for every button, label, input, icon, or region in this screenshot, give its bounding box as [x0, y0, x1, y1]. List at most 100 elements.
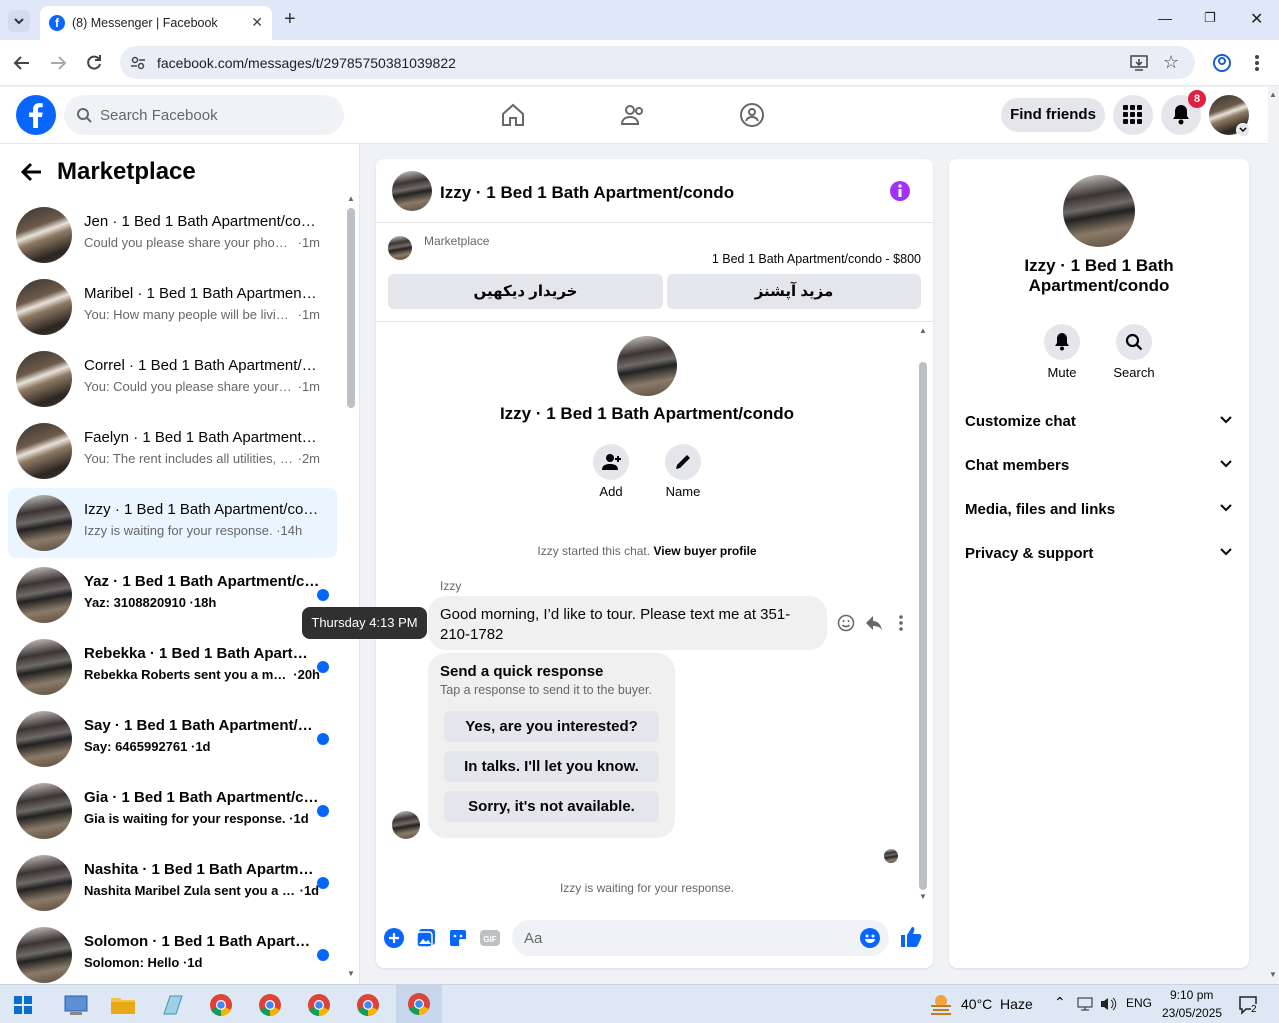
back-icon[interactable]: [12, 54, 32, 72]
mute-button[interactable]: [1044, 324, 1080, 360]
taskbar-chrome-icon[interactable]: [254, 990, 286, 1020]
taskbar-chrome-icon[interactable]: [205, 990, 237, 1020]
info-icon[interactable]: [889, 180, 911, 202]
details-avatar[interactable]: [1063, 175, 1135, 247]
media-files-section[interactable]: Media, files and links: [965, 501, 1235, 518]
taskbar-file-explorer-icon[interactable]: [107, 990, 139, 1020]
profile-name: Izzy · 1 Bed 1 Bath Apartment/condo: [499, 404, 795, 423]
page-scroll-down-icon[interactable]: ▼: [1269, 970, 1277, 979]
home-icon[interactable]: [500, 102, 526, 128]
quick-reply-not-available[interactable]: Sorry, it's not available.: [444, 791, 659, 822]
restore-icon[interactable]: ❐: [1204, 10, 1216, 26]
view-buyer-profile-link[interactable]: View buyer profile: [653, 544, 756, 558]
message-bubble[interactable]: Good morning, I’d like to tour. Please t…: [428, 596, 827, 650]
thread-scroll-down-icon[interactable]: ▼: [919, 892, 927, 901]
customize-chat-section[interactable]: Customize chat: [965, 413, 1235, 430]
account-chevron-icon[interactable]: [1236, 123, 1250, 137]
chat-avatar[interactable]: [392, 171, 432, 211]
language-indicator[interactable]: ENG: [1126, 996, 1152, 1010]
thread-scroll-up-icon[interactable]: ▲: [919, 326, 927, 335]
quick-reply-interested[interactable]: Yes, are you interested?: [444, 711, 659, 742]
windows-start-icon[interactable]: [14, 996, 32, 1014]
conversation-item[interactable]: Nashita · 1 Bed 1 Bath Apartment/condo Na…: [8, 848, 337, 918]
back-arrow-icon[interactable]: [21, 162, 43, 182]
photo-icon[interactable]: [416, 928, 436, 948]
site-info-icon[interactable]: [130, 55, 146, 71]
sender-avatar[interactable]: [392, 811, 420, 839]
separator: ·: [296, 883, 304, 898]
taskbar-chrome-icon[interactable]: [303, 990, 335, 1020]
plus-icon[interactable]: [384, 928, 404, 948]
sticker-icon[interactable]: [448, 928, 468, 948]
conversation-item[interactable]: Maribel · 1 Bed 1 Bath Apartment/condo Yo…: [8, 272, 337, 342]
quick-reply-in-talks[interactable]: In talks. I'll let you know.: [444, 751, 659, 782]
clock-date[interactable]: 23/05/2025: [1162, 1006, 1222, 1020]
gif-icon[interactable]: GIF: [480, 928, 500, 948]
facebook-search[interactable]: Search Facebook: [64, 95, 344, 135]
clock-time[interactable]: 9:10 pm: [1170, 988, 1213, 1002]
network-icon[interactable]: [1076, 996, 1094, 1012]
minimize-icon[interactable]: —: [1158, 10, 1172, 26]
reload-icon[interactable]: [84, 53, 104, 73]
conversation-item[interactable]: Jen · 1 Bed 1 Bath Apartment/condo Could …: [8, 200, 337, 270]
more-actions-icon[interactable]: [897, 614, 905, 632]
window-close-icon[interactable]: ✕: [1250, 9, 1263, 29]
weather-text[interactable]: 40°C Haze: [961, 996, 1033, 1012]
chat-title[interactable]: Izzy · 1 Bed 1 Bath Apartment/condo: [440, 183, 734, 203]
conversation-item[interactable]: Say · 1 Bed 1 Bath Apartment/condo Say: 6…: [8, 704, 337, 774]
weather-haze-icon[interactable]: [929, 993, 953, 1015]
taskbar-chrome-active-icon[interactable]: [396, 985, 442, 1023]
browser-menu-icon[interactable]: [1252, 53, 1262, 73]
listing-price[interactable]: 1 Bed 1 Bath Apartment/condo - $800: [712, 252, 921, 266]
find-friends-button[interactable]: Find friends: [1001, 98, 1105, 132]
privacy-support-section[interactable]: Privacy & support: [965, 545, 1235, 562]
view-buyer-button[interactable]: خریدار دیکھیں: [388, 274, 663, 309]
groups-icon[interactable]: [739, 102, 765, 128]
like-icon[interactable]: [900, 926, 922, 948]
address-bar[interactable]: facebook.com/messages/t/2978575038103982…: [120, 46, 1195, 79]
profile-avatar[interactable]: [617, 336, 677, 396]
forward-icon[interactable]: [48, 54, 68, 72]
menu-button[interactable]: [1113, 95, 1153, 135]
listing-thumbnail[interactable]: [388, 236, 412, 260]
volume-icon[interactable]: [1099, 996, 1117, 1012]
conversation-item[interactable]: Correl · 1 Bed 1 Bath Apartment/condo You…: [8, 344, 337, 414]
add-people-button[interactable]: [593, 444, 629, 480]
thread-scrollbar[interactable]: [919, 362, 927, 890]
bookmark-star-icon[interactable]: ☆: [1163, 52, 1179, 73]
taskbar-app-computer-icon[interactable]: [60, 990, 92, 1020]
conversation-item[interactable]: Gia · 1 Bed 1 Bath Apartment/condo Gia is…: [8, 776, 337, 846]
profile-icon[interactable]: [1212, 53, 1232, 73]
conversation-snippet: Gia is waiting for your response.: [84, 811, 286, 826]
install-app-icon[interactable]: [1130, 54, 1148, 72]
conversation-item[interactable]: Yaz · 1 Bed 1 Bath Apartment/condo Yaz: 3…: [8, 560, 337, 630]
page-scroll-up-icon[interactable]: ▲: [1269, 90, 1277, 99]
react-icon[interactable]: [837, 614, 855, 632]
tab-search-button[interactable]: [8, 10, 30, 32]
message-input[interactable]: Aa: [512, 920, 889, 956]
search-chat-button[interactable]: [1116, 324, 1152, 360]
conversation-snippet: Solomon: Hello: [84, 955, 180, 970]
tray-chevron-icon[interactable]: ⌃: [1054, 994, 1066, 1011]
new-tab-icon[interactable]: +: [284, 8, 296, 31]
emoji-icon[interactable]: [860, 928, 880, 948]
taskbar-notes-icon[interactable]: [156, 990, 188, 1020]
rename-button[interactable]: [665, 444, 701, 480]
taskbar-chrome-icon[interactable]: [352, 990, 384, 1020]
reply-icon[interactable]: [865, 614, 883, 632]
more-options-button[interactable]: مزید آپشنز: [667, 274, 921, 309]
browser-tab[interactable]: f (8) Messenger | Facebook ✕: [40, 6, 272, 40]
conversation-item[interactable]: Izzy · 1 Bed 1 Bath Apartment/condo Izzy …: [8, 488, 337, 558]
close-tab-icon[interactable]: ✕: [251, 14, 263, 31]
conversation-item[interactable]: Faelyn · 1 Bed 1 Bath Apartment/condo You…: [8, 416, 337, 486]
conversation-item[interactable]: Rebekka · 1 Bed 1 Bath Apartment/condo Re…: [8, 632, 337, 702]
conversation-item[interactable]: Solomon · 1 Bed 1 Bath Apartment/condo So…: [8, 920, 337, 990]
friends-icon[interactable]: [620, 102, 646, 128]
facebook-logo-icon[interactable]: [16, 95, 56, 135]
scroll-up-icon[interactable]: ▲: [347, 194, 355, 203]
chat-members-section[interactable]: Chat members: [965, 457, 1235, 474]
conversation-snippet-row: Gia is waiting for your response. · 1d: [84, 811, 320, 826]
scroll-down-icon[interactable]: ▼: [347, 969, 355, 978]
conversation-snippet-row: Say: 6465992761 · 1d: [84, 739, 320, 754]
scrollbar[interactable]: [347, 208, 355, 408]
